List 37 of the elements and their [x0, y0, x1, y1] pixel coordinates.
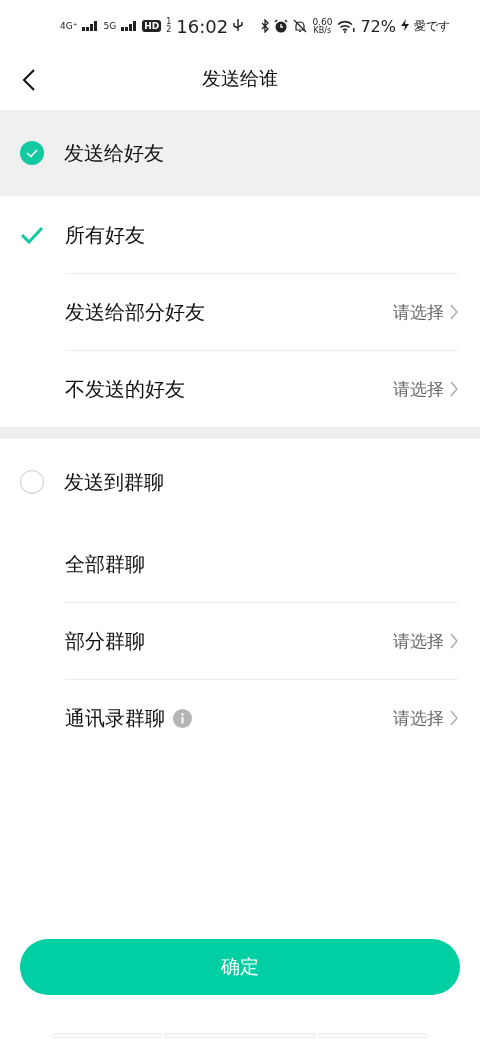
- hd-badge: HD: [142, 20, 162, 32]
- bluetooth-icon: [261, 19, 270, 33]
- radio-button[interactable]: [20, 470, 44, 494]
- option-group-title[interactable]: 发送给好友: [64, 139, 164, 167]
- choose-link[interactable]: 请选择: [393, 377, 444, 401]
- radio-button[interactable]: [20, 141, 44, 165]
- chevron-icon: [450, 304, 458, 320]
- alarm-clock-icon: [274, 19, 289, 33]
- speed-unit: KB/s: [313, 26, 332, 35]
- wifi-icon: [337, 19, 356, 33]
- option-label[interactable]: 部分群聊: [65, 627, 145, 655]
- network-label: 4G⁺: [60, 21, 78, 31]
- option-label[interactable]: 全部群聊: [65, 550, 145, 578]
- option-group-title[interactable]: 发送到群聊: [64, 468, 164, 496]
- page-title: 发送给谁: [202, 66, 278, 91]
- checkmark-icon: [26, 148, 38, 158]
- battery-level: 72%: [360, 16, 396, 36]
- carrier-name: 愛です: [414, 17, 450, 35]
- option-label[interactable]: 不发送的好友: [65, 375, 185, 403]
- sim-number: 1: [166, 18, 172, 26]
- choose-link[interactable]: 请选择: [393, 300, 444, 324]
- chevron-icon: [450, 633, 458, 649]
- network-label: 5G: [103, 21, 117, 31]
- clock: 16:02: [176, 15, 229, 37]
- network-speed: 0.60: [312, 17, 333, 27]
- signal-icon: [121, 21, 138, 31]
- chevron-icon: [450, 710, 458, 726]
- chevron-icon: [450, 381, 458, 397]
- option-label[interactable]: 所有好友: [65, 221, 145, 249]
- option-label[interactable]: 通讯录群聊: [65, 704, 165, 732]
- signal-icon: [82, 21, 99, 31]
- choose-link[interactable]: 请选择: [393, 706, 444, 730]
- sim-number: 2: [166, 26, 172, 34]
- choose-link[interactable]: 请选择: [393, 629, 444, 653]
- info-icon[interactable]: [173, 708, 192, 728]
- muted-bell-icon: [293, 19, 308, 33]
- option-label[interactable]: 发送给部分好友: [65, 298, 205, 326]
